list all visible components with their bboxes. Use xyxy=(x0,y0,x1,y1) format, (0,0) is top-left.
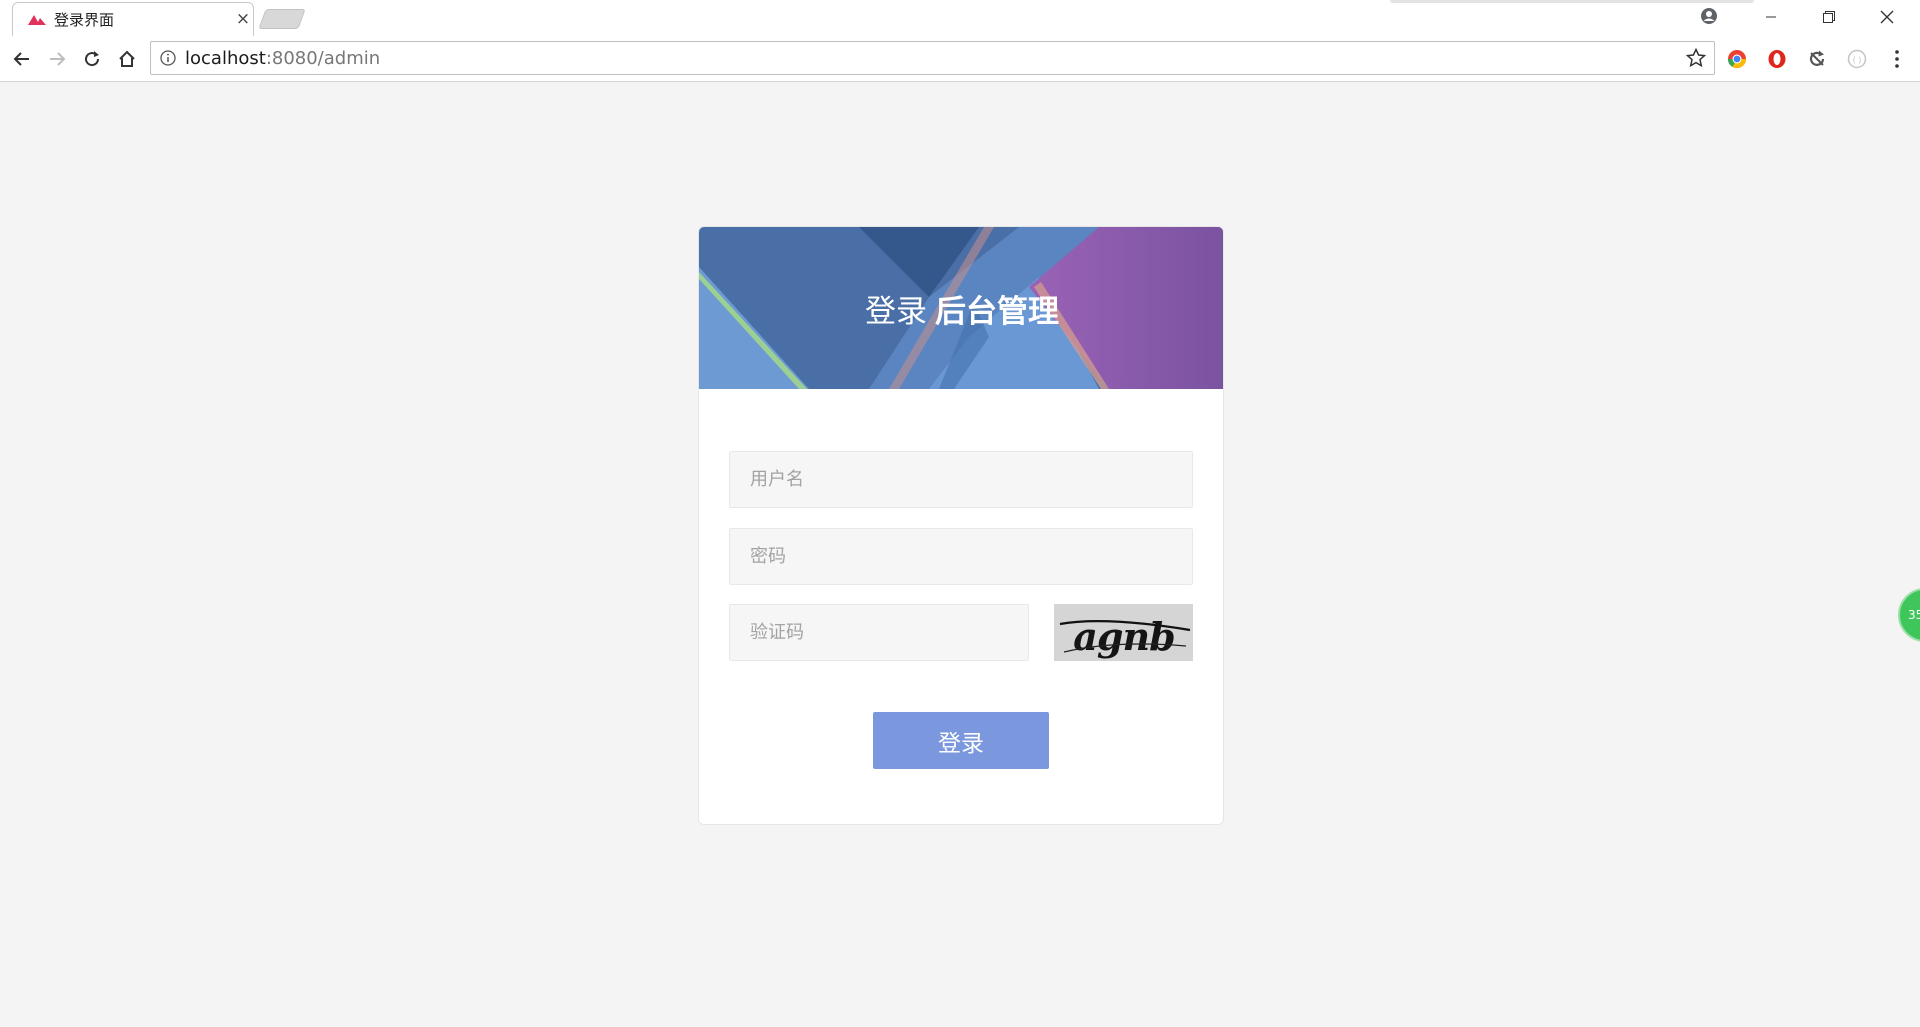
disabled-extension-icon[interactable]: ( ) xyxy=(1846,48,1868,70)
home-button[interactable] xyxy=(113,45,141,73)
reload-button[interactable] xyxy=(78,45,106,73)
back-button[interactable] xyxy=(8,45,36,73)
title-prefix: 登录 xyxy=(865,293,927,330)
captcha-text: agnb xyxy=(1073,614,1174,659)
close-icon xyxy=(1880,10,1894,24)
login-button[interactable]: 登录 xyxy=(873,712,1049,769)
address-bar[interactable]: localhost:8080/admin xyxy=(150,41,1715,75)
home-icon xyxy=(119,50,135,67)
window-close-button[interactable] xyxy=(1858,0,1916,34)
login-card: 登录 后台管理 agnb 登录 xyxy=(698,226,1224,825)
menu-kebab-icon[interactable] xyxy=(1886,48,1908,70)
svg-text:( ): ( ) xyxy=(1853,56,1862,65)
chrome-extension-icon[interactable] xyxy=(1726,48,1748,70)
forward-button[interactable] xyxy=(43,45,71,73)
forward-arrow-icon xyxy=(50,52,66,66)
restore-icon xyxy=(1823,11,1835,23)
login-title: 登录 后台管理 xyxy=(699,227,1223,389)
url-host: localhost xyxy=(185,47,266,69)
browser-tab-strip: 登录界面 × xyxy=(0,0,1920,36)
tab-title: 登录界面 xyxy=(54,10,115,29)
profile-icon[interactable] xyxy=(1700,7,1718,25)
username-input[interactable] xyxy=(729,451,1193,508)
overlay-strip xyxy=(1390,0,1754,3)
window-restore-button[interactable] xyxy=(1800,0,1858,34)
password-input[interactable] xyxy=(729,528,1193,585)
browser-toolbar: localhost:8080/admin ( ) xyxy=(0,36,1920,82)
title-main: 后台管理 xyxy=(935,293,1059,330)
new-tab-button[interactable] xyxy=(258,9,306,29)
tab-close-icon[interactable]: × xyxy=(232,9,254,29)
captcha-input[interactable] xyxy=(729,604,1029,661)
captcha-image[interactable]: agnb xyxy=(1054,604,1193,661)
back-arrow-icon xyxy=(13,52,29,66)
site-favicon-icon xyxy=(28,15,46,25)
url-path: :8080/admin xyxy=(265,47,381,69)
browser-tab-content[interactable]: 登录界面 × xyxy=(28,2,254,36)
site-info-icon[interactable] xyxy=(151,50,185,66)
captcha-graphic: agnb xyxy=(1054,604,1193,661)
window-minimize-button[interactable] xyxy=(1742,0,1800,34)
minimize-icon xyxy=(1766,16,1776,18)
opera-extension-icon[interactable] xyxy=(1766,48,1788,70)
floating-widget-text: 35 xyxy=(1908,608,1920,622)
floating-widget-badge[interactable]: 35 xyxy=(1898,588,1920,642)
bookmark-star-icon[interactable] xyxy=(1686,48,1706,68)
sync-extension-icon[interactable] xyxy=(1806,48,1828,70)
login-header-banner: 登录 后台管理 xyxy=(699,227,1223,389)
reload-icon xyxy=(85,51,100,67)
